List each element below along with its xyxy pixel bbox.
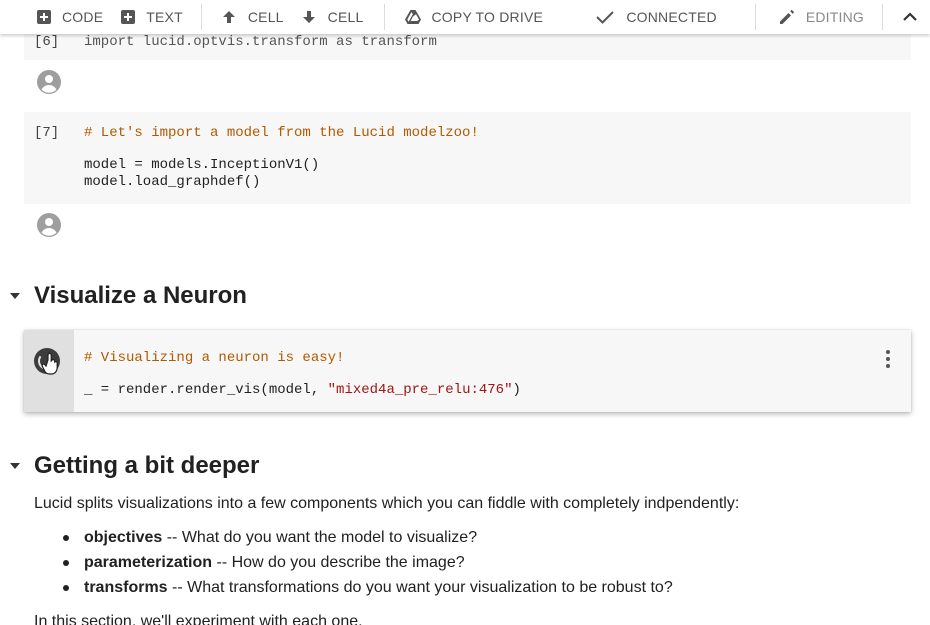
notebook-content: [6] import lucid.optvis.transform as tra… (0, 0, 930, 625)
intro-text: Lucid splits visualizations into a few c… (34, 495, 740, 512)
toolbar-divider (383, 4, 385, 30)
caret-down-icon[interactable] (8, 289, 22, 303)
execution-count: [7] (34, 125, 60, 141)
code-line: _ = render.render_vis(model, "mixed4a_pr… (84, 382, 521, 398)
arrow-down-icon (302, 11, 315, 23)
section-title: Getting a bit deeper (34, 452, 260, 479)
component-list: objectives -- What do you want the model… (58, 525, 673, 600)
move-cell-down-label: CELL (327, 9, 364, 25)
move-cell-up-button[interactable]: CELL (222, 0, 284, 34)
code-string: "mixed4a_pre_relu:476" (327, 382, 513, 398)
add-text-button[interactable]: TEXT (121, 0, 183, 34)
add-code-button[interactable]: CODE (37, 0, 103, 34)
section-title: Visualize a Neuron (34, 282, 247, 309)
run-cell-icon[interactable] (32, 346, 66, 380)
account-circle-icon (37, 213, 61, 237)
checkmark-icon (596, 11, 615, 24)
list-item-desc: -- What do you want the model to visuali… (162, 529, 478, 546)
code-text: _ = render.render_vis(model, (84, 382, 328, 398)
toolbar-divider (200, 4, 202, 30)
list-item-desc: -- How do you describe the image? (212, 554, 465, 571)
code-text: ) (512, 382, 521, 398)
execution-count: [6] (34, 34, 60, 50)
list-item: parameterization -- How do you describe … (58, 550, 673, 575)
section-heading-visualize-neuron[interactable]: Visualize a Neuron (8, 282, 247, 310)
code-line: model = models.InceptionV1() (84, 157, 320, 173)
outro-text: In this section, we'll experiment with e… (34, 613, 363, 625)
toolbar-divider (882, 4, 883, 30)
connection-status-label: CONNECTED (626, 9, 717, 25)
more-vert-icon[interactable] (884, 349, 892, 369)
plus-box-icon (121, 10, 136, 24)
arrow-up-icon (222, 11, 235, 23)
drive-icon (404, 10, 421, 24)
add-code-label: CODE (62, 9, 104, 25)
list-item-term: parameterization (84, 554, 213, 571)
code-cell-neuron[interactable]: # Visualizing a neuron is easy! _ = rend… (24, 330, 911, 412)
move-cell-up-label: CELL (247, 9, 284, 25)
caret-down-icon[interactable] (8, 459, 22, 473)
text-cell-intro: Lucid splits visualizations into a few c… (34, 495, 921, 513)
code-line: import lucid.optvis.transform as transfo… (84, 34, 437, 50)
list-item-term: transforms (84, 579, 168, 596)
list-item: objectives -- What do you want the model… (58, 525, 673, 550)
section-heading-getting-deeper[interactable]: Getting a bit deeper (8, 452, 259, 480)
add-text-label: TEXT (146, 9, 183, 25)
code-line: model.load_graphdef() (84, 174, 261, 190)
colab-notebook-page: [6] import lucid.optvis.transform as tra… (0, 0, 930, 625)
editing-mode-label: EDITING (805, 9, 864, 25)
list-item: transforms -- What transformations do yo… (58, 575, 673, 600)
code-comment: # Let's import a model from the Lucid mo… (84, 125, 479, 141)
chevron-up-icon (903, 12, 917, 21)
list-item-desc: -- What transformations do you want your… (167, 579, 673, 596)
connection-status-button[interactable]: CONNECTED (596, 0, 717, 34)
list-item-term: objectives (84, 529, 163, 546)
editing-mode-button[interactable]: EDITING (778, 0, 864, 34)
collapse-toolbar-button[interactable] (903, 0, 917, 34)
pencil-icon (779, 9, 795, 24)
run-gutter (24, 330, 74, 412)
copy-to-drive-label: COPY TO DRIVE (431, 9, 544, 25)
copy-to-drive-button[interactable]: COPY TO DRIVE (404, 0, 544, 34)
account-circle-icon (37, 70, 61, 94)
toolbar-divider (754, 4, 756, 30)
move-cell-down-button[interactable]: CELL (302, 0, 364, 34)
plus-box-icon (37, 10, 51, 24)
notebook-toolbar: CODE TEXT CELL CELL COPY TO DRIVE CONNEC… (0, 0, 930, 34)
code-comment: # Visualizing a neuron is easy! (84, 350, 345, 366)
code-cell-7[interactable]: [7] # Let's import a model from the Luci… (24, 112, 911, 204)
text-cell-outro: In this section, we'll experiment with e… (34, 613, 921, 625)
